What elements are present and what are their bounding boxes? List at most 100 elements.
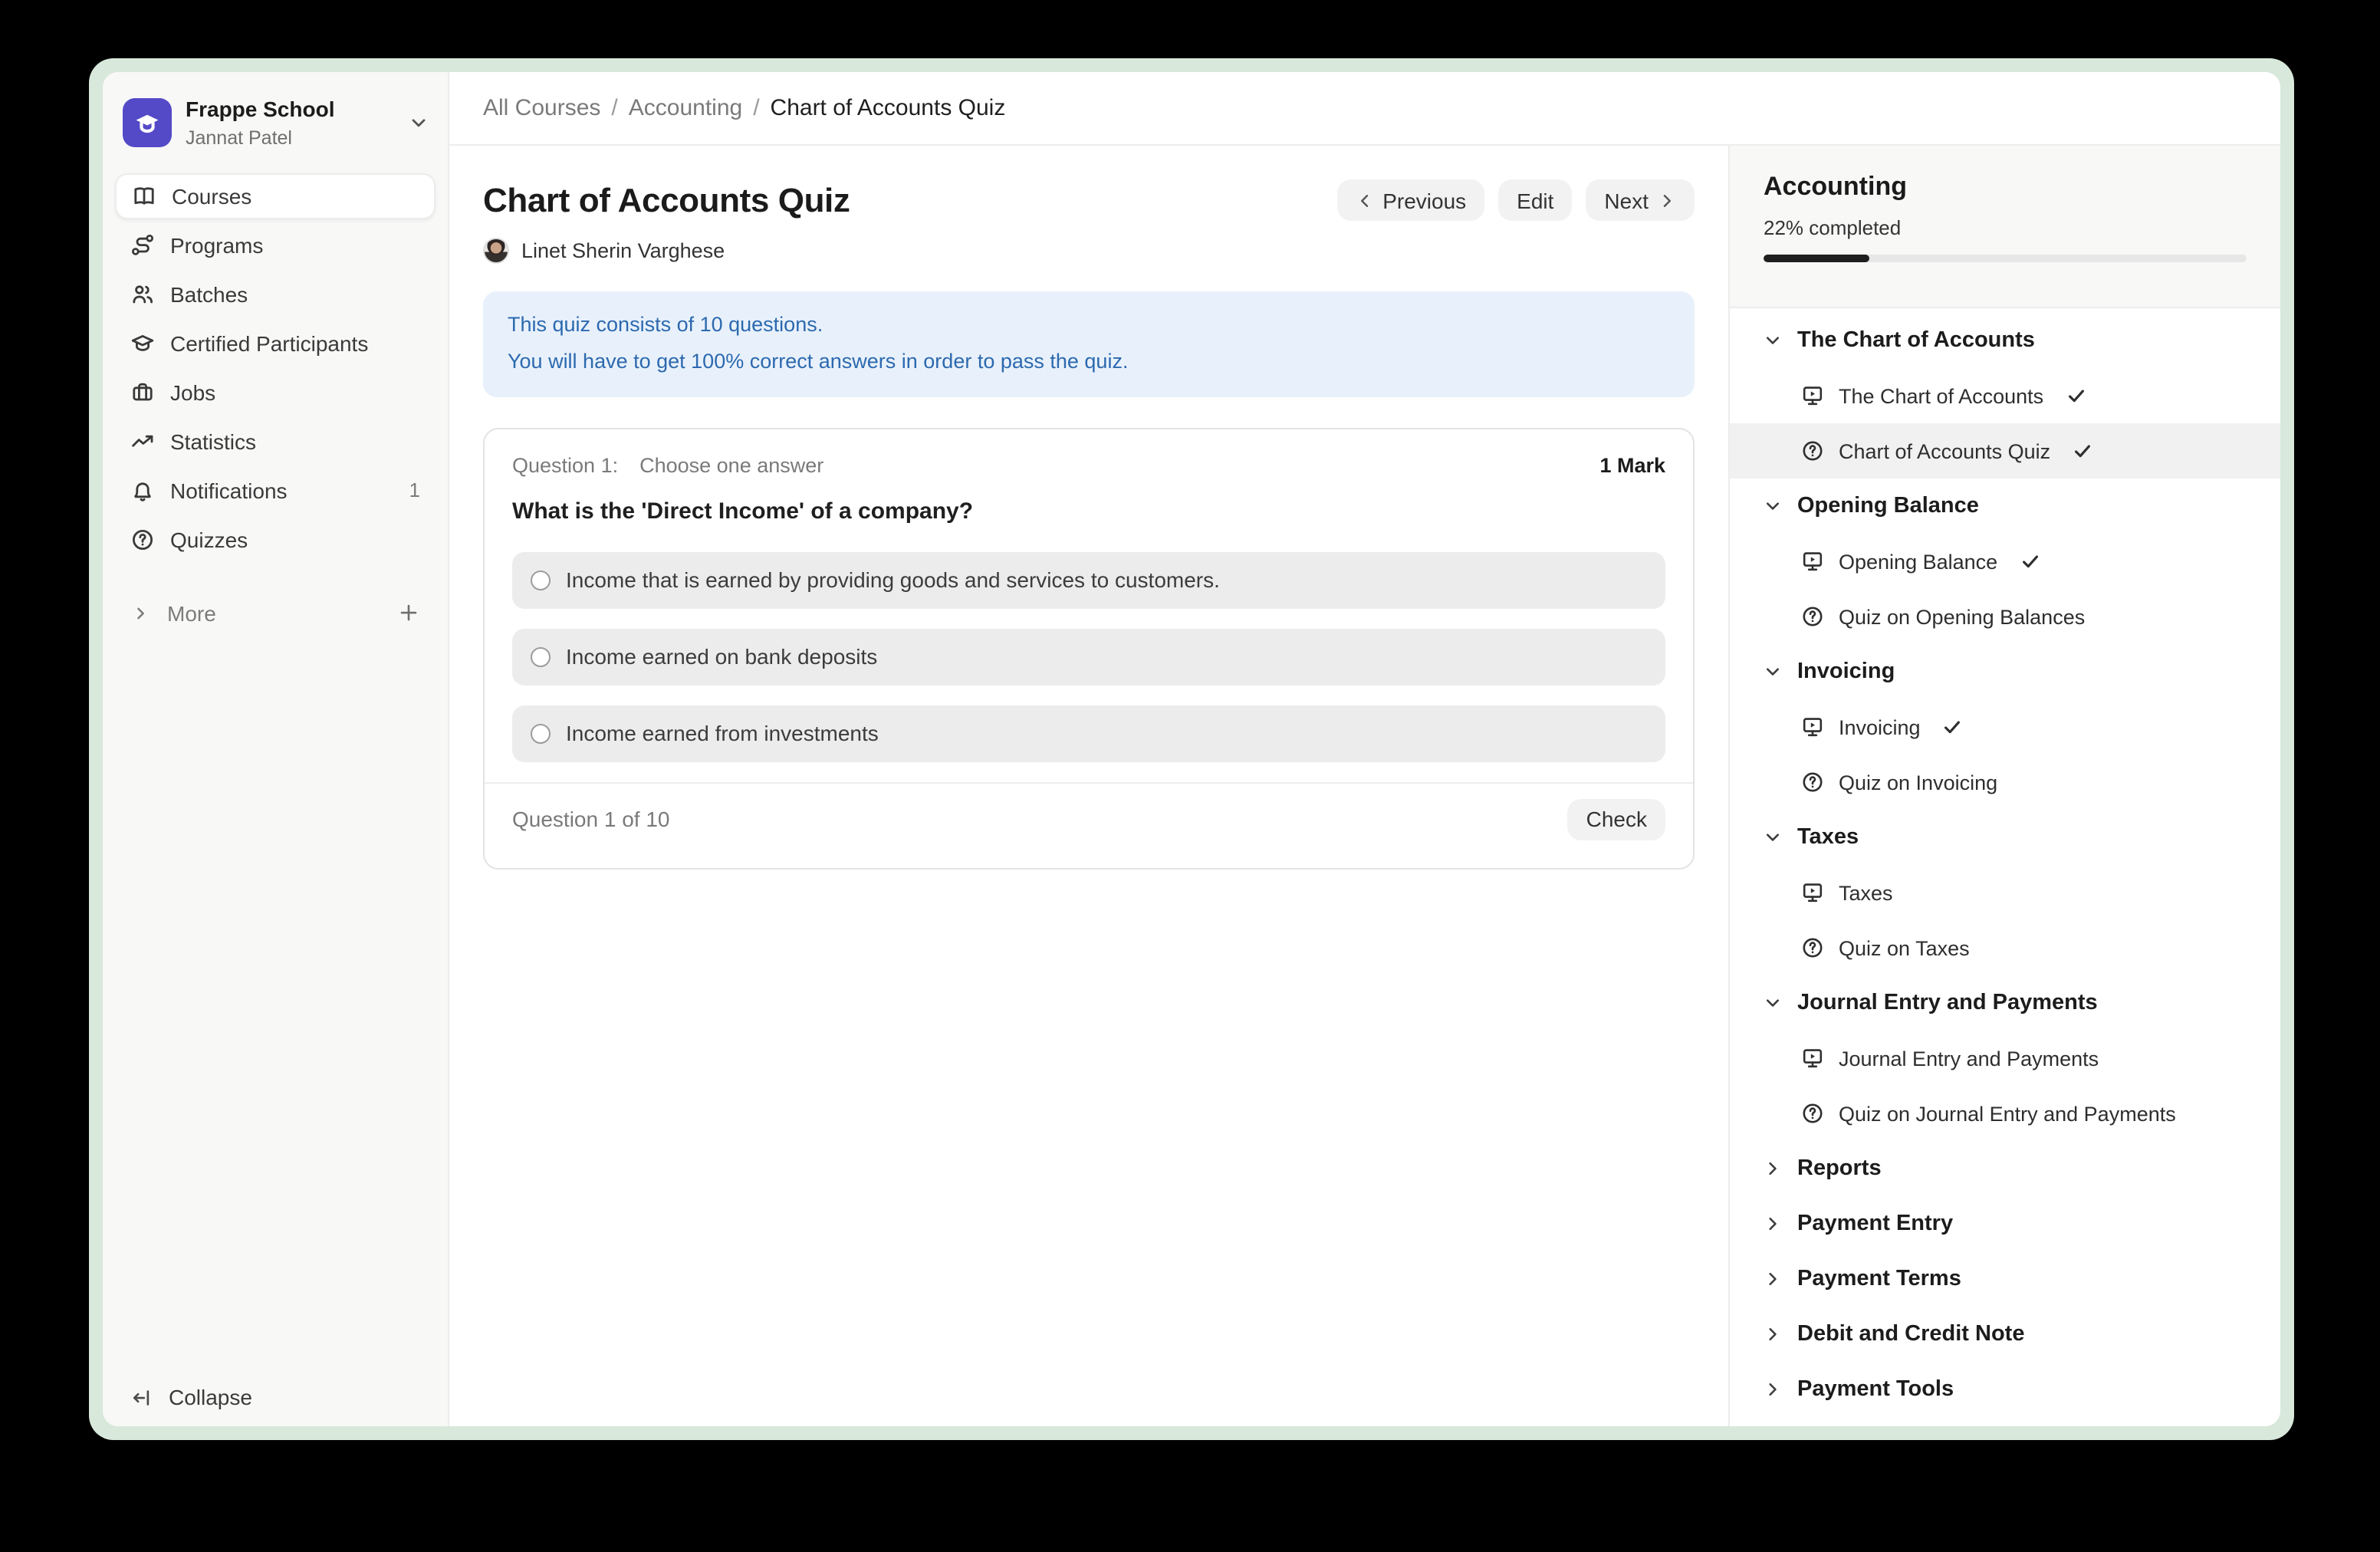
question-number-label: Question 1: (512, 453, 618, 476)
chevron-right-icon (1764, 1380, 1782, 1399)
right-column: All Courses / Accounting / Chart of Accounts… (449, 72, 2280, 1426)
workspace-meta: Frappe School Jannat Patel (186, 97, 394, 150)
page-title: Chart of Accounts Quiz (483, 180, 1336, 220)
answer-option-label: Income earned on bank deposits (566, 644, 877, 669)
quiz-card: Question 1: Choose one answer 1 Mark Wha… (483, 427, 1695, 869)
sidebar-item-batches[interactable]: Batches (115, 271, 436, 317)
sidebar-item-certified-participants[interactable]: Certified Participants (115, 321, 436, 367)
previous-button[interactable]: Previous (1336, 179, 1484, 221)
outline-item-the-chart-of-accounts[interactable]: The Chart of Accounts (1730, 368, 2280, 423)
outline-item-label: Journal Entry and Payments (1839, 1047, 2099, 1070)
trending-up-icon (130, 429, 155, 454)
sidebar-item-label: Quizzes (170, 528, 420, 552)
sidebar-item-label: Programs (170, 233, 420, 258)
outline-section-payment-tools[interactable]: Payment Tools (1730, 1362, 2280, 1417)
outline-item-label: Quiz on Journal Entry and Payments (1839, 1102, 2176, 1125)
chevron-down-icon (1764, 828, 1782, 847)
body-row: Chart of Accounts Quiz Previous Edit (449, 146, 2280, 1426)
outline-section-reports[interactable]: Reports (1730, 1141, 2280, 1196)
breadcrumb-all-courses[interactable]: All Courses (483, 95, 600, 121)
outline-item-opening-balance[interactable]: Opening Balance (1730, 534, 2280, 589)
edit-button[interactable]: Edit (1498, 179, 1572, 221)
breadcrumb-separator: / (611, 95, 617, 121)
sidebar-item-label: Batches (170, 282, 420, 307)
plus-icon[interactable] (397, 602, 420, 625)
banner-line-2: You will have to get 100% correct answer… (508, 344, 1670, 382)
sidebar-item-notifications[interactable]: Notifications1 (115, 468, 436, 514)
quiz-icon (1800, 935, 1825, 960)
collapse-left-icon (130, 1386, 153, 1409)
outline-section-opening-balance[interactable]: Opening Balance (1730, 478, 2280, 534)
next-button[interactable]: Next (1586, 179, 1695, 221)
outline-item-quiz-on-opening-balances[interactable]: Quiz on Opening Balances (1730, 589, 2280, 644)
collapse-sidebar-button[interactable]: Collapse (115, 1374, 436, 1420)
outline-item-quiz-on-taxes[interactable]: Quiz on Taxes (1730, 920, 2280, 975)
radio-button[interactable] (531, 723, 551, 743)
outline-item-quiz-on-journal-entry-and-payments[interactable]: Quiz on Journal Entry and Payments (1730, 1086, 2280, 1141)
lesson-icon (1800, 715, 1825, 739)
sidebar-nav: Courses Programs Batches Certified Particip… (103, 172, 448, 566)
outline-item-label: Quiz on Invoicing (1839, 771, 1997, 794)
breadcrumb-accounting[interactable]: Accounting (629, 95, 742, 121)
outline-section-journal-entry-and-payments[interactable]: Journal Entry and Payments (1730, 975, 2280, 1031)
sidebar-item-statistics[interactable]: Statistics (115, 419, 436, 465)
workspace-switcher[interactable]: Frappe School Jannat Patel (103, 72, 448, 172)
answer-option-label: Income earned from investments (566, 721, 879, 745)
more-label: More (167, 601, 382, 626)
graduation-cap-icon (130, 331, 155, 356)
question-marks: 1 Mark (1599, 453, 1665, 476)
collapse-label: Collapse (169, 1385, 252, 1409)
sidebar-item-label: Notifications (170, 478, 394, 503)
outline-section-label: Reports (1797, 1156, 1882, 1181)
user-name: Jannat Patel (186, 125, 394, 150)
outline-section-label: Journal Entry and Payments (1797, 991, 2098, 1015)
answer-option-2[interactable]: Income earned on bank deposits (512, 628, 1665, 685)
sidebar-item-more[interactable]: More (115, 590, 436, 636)
course-progress-label: 22% completed (1764, 216, 2247, 239)
outline-section-payment-terms[interactable]: Payment Terms (1730, 1251, 2280, 1307)
outline-section-payment-entry[interactable]: Payment Entry (1730, 1196, 2280, 1251)
book-open-icon (132, 184, 156, 209)
sidebar-item-label: Courses (172, 184, 419, 209)
outline-item-taxes[interactable]: Taxes (1730, 865, 2280, 920)
school-logo (123, 99, 172, 148)
sidebar-item-quizzes[interactable]: Quizzes (115, 517, 436, 563)
banner-line-1: This quiz consists of 10 questions. (508, 307, 1670, 344)
route-icon (130, 233, 155, 258)
outline-item-journal-entry-and-payments[interactable]: Journal Entry and Payments (1730, 1031, 2280, 1086)
briefcase-icon (130, 380, 155, 405)
sidebar-item-courses[interactable]: Courses (115, 173, 436, 219)
chevron-right-icon (1764, 1159, 1782, 1178)
sidebar-spacer (103, 640, 448, 1375)
outline-section-the-chart-of-accounts[interactable]: The Chart of Accounts (1730, 313, 2280, 368)
author-row: Linet Sherin Varghese (483, 238, 1695, 264)
course-outline-list: The Chart of AccountsThe Chart of Accoun… (1730, 308, 2280, 1426)
check-icon (2065, 385, 2086, 406)
sidebar-item-programs[interactable]: Programs (115, 222, 436, 268)
check-icon (2019, 551, 2040, 572)
outline-item-invoicing[interactable]: Invoicing (1730, 699, 2280, 755)
outline-item-quiz-on-invoicing[interactable]: Quiz on Invoicing (1730, 755, 2280, 810)
check-label: Check (1586, 807, 1647, 831)
users-icon (130, 282, 155, 307)
outline-section-debit-and-credit-note[interactable]: Debit and Credit Note (1730, 1307, 2280, 1362)
lesson-icon (1800, 549, 1825, 574)
radio-button[interactable] (531, 646, 551, 666)
lesson-icon (1800, 880, 1825, 905)
breadcrumb-separator: / (753, 95, 759, 121)
bell-icon (130, 478, 155, 503)
course-progress-bar (1764, 255, 2247, 262)
outline-item-chart-of-accounts-quiz[interactable]: Chart of Accounts Quiz (1730, 423, 2280, 478)
topbar: All Courses/Accounting/Chart of Accounts… (449, 72, 2280, 146)
chevron-down-icon (408, 113, 429, 134)
main-content: Chart of Accounts Quiz Previous Edit (449, 146, 1728, 1426)
answer-option-1[interactable]: Income that is earned by providing goods… (512, 551, 1665, 608)
outline-section-invoicing[interactable]: Invoicing (1730, 644, 2280, 699)
chevron-right-icon (1764, 1325, 1782, 1343)
radio-button[interactable] (531, 570, 551, 590)
check-button[interactable]: Check (1568, 798, 1665, 840)
school-name: Frappe School (186, 97, 394, 123)
outline-section-taxes[interactable]: Taxes (1730, 810, 2280, 865)
sidebar-item-jobs[interactable]: Jobs (115, 370, 436, 416)
answer-option-3[interactable]: Income earned from investments (512, 705, 1665, 761)
